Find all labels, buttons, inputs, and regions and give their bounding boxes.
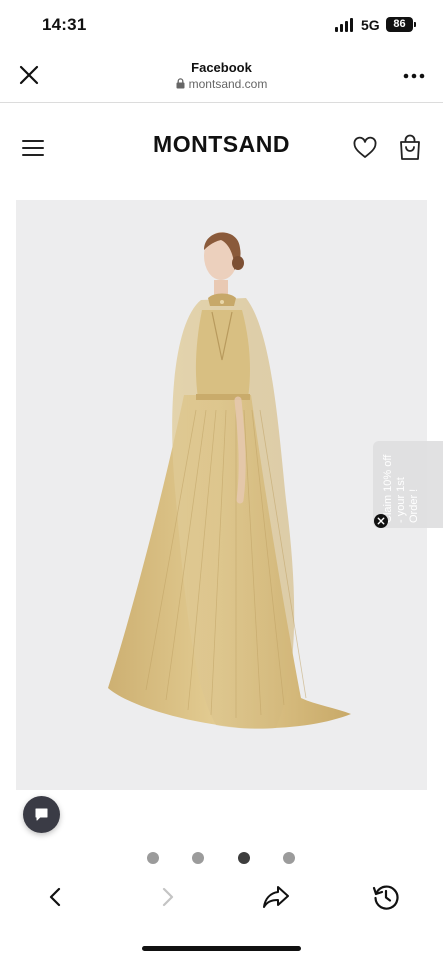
history-clock-icon: [372, 885, 399, 910]
cart-button[interactable]: [398, 134, 422, 162]
in-app-browser-header: Facebook montsand.com: [0, 50, 443, 103]
chevron-left-icon: [49, 887, 61, 907]
forward-button[interactable]: [152, 882, 182, 912]
gold-gown-photo: [108, 232, 351, 729]
home-indicator: [142, 946, 301, 951]
site-header: MONTSAND: [0, 103, 443, 198]
page: 14:31 5G 86 Facebook montsand.com MONTSA…: [0, 0, 443, 960]
history-button[interactable]: [371, 882, 401, 912]
close-circle-icon: [374, 514, 388, 528]
carousel-dot-3[interactable]: [238, 852, 250, 864]
lock-icon: [176, 78, 185, 89]
back-button[interactable]: [41, 882, 71, 912]
promo-text: Claim 10% off - your 1st Order !: [382, 454, 420, 523]
carousel-dot-4[interactable]: [283, 852, 295, 864]
status-time: 14:31: [42, 15, 87, 34]
chat-bubble-icon: [35, 808, 48, 821]
more-dots-icon: [403, 73, 425, 79]
cellular-signal-icon: [335, 18, 356, 32]
carousel-dot-2[interactable]: [192, 852, 204, 864]
product-image[interactable]: [16, 200, 427, 790]
wishlist-button[interactable]: [352, 136, 378, 160]
more-options-button[interactable]: [400, 66, 428, 86]
network-type: 5G: [361, 17, 380, 33]
browser-url[interactable]: montsand.com: [0, 77, 443, 91]
status-bar: 14:31 5G 86: [0, 0, 443, 50]
promo-close-button[interactable]: [374, 514, 388, 528]
heart-icon: [353, 136, 377, 158]
carousel-dot-1[interactable]: [147, 852, 159, 864]
share-button[interactable]: [261, 882, 291, 912]
battery-level: 86: [393, 18, 406, 30]
battery-icon: 86: [386, 17, 416, 32]
url-text: montsand.com: [188, 77, 268, 91]
share-arrow-icon: [263, 886, 289, 908]
shopping-bag-icon: [400, 134, 420, 160]
browser-title: Facebook: [191, 60, 252, 75]
chevron-right-icon: [162, 887, 174, 907]
live-chat-button[interactable]: [23, 796, 60, 833]
